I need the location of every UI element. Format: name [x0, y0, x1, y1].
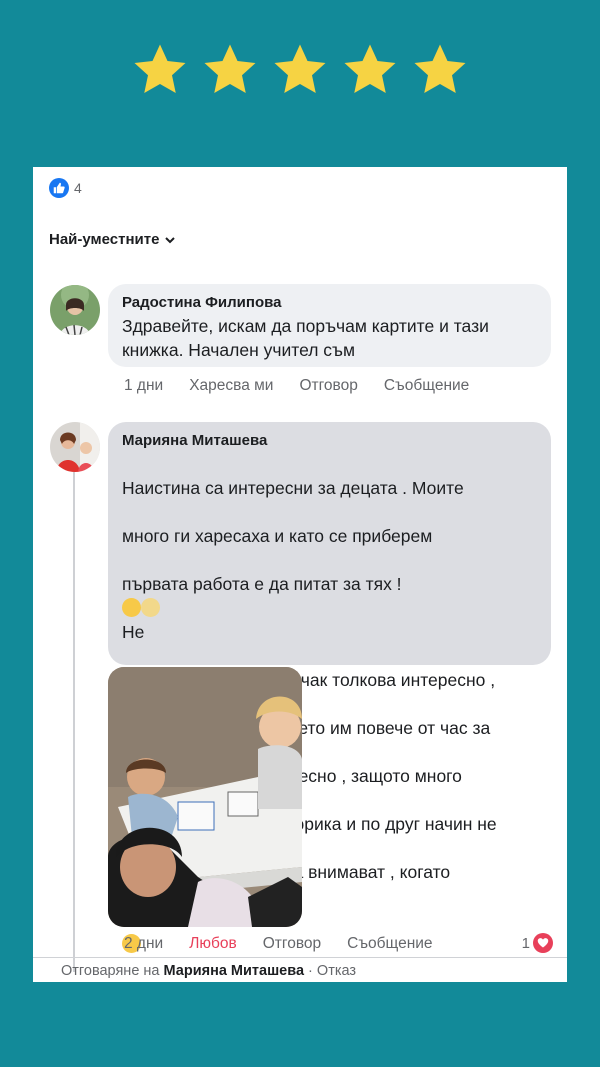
comment-time[interactable]: 1 дни	[124, 377, 163, 395]
thread-line	[73, 467, 75, 972]
reaction-summary[interactable]: 4	[49, 177, 82, 199]
comment-reactions[interactable]: 1	[522, 933, 553, 953]
separator: ·	[308, 963, 313, 979]
grinning-sweat-emoji-icon	[122, 598, 141, 617]
comment-author[interactable]: Радостина Филипова	[122, 292, 537, 314]
sort-dropdown[interactable]: Най-уместните	[49, 231, 176, 248]
star-icon	[204, 44, 256, 93]
reaction-count: 1	[521, 934, 530, 952]
sort-label: Най-уместните	[49, 231, 160, 248]
reply-button[interactable]: Отговор	[263, 935, 321, 953]
comment-actions: 2 дни Любов Отговор Съобщение	[124, 935, 459, 953]
comment-line: Наистина са интересни за децата . Моите	[122, 478, 464, 498]
comment-bubble: Марияна Миташева Наистина са интересни з…	[108, 422, 551, 953]
star-icon	[274, 44, 326, 93]
love-reaction-button[interactable]: Любов	[189, 935, 237, 953]
rating-stars	[0, 40, 600, 100]
star-icon	[344, 44, 396, 93]
reply-prefix: Отговаряне на	[61, 963, 160, 979]
star-icon	[134, 44, 186, 93]
comment-actions: 1 дни Харесва ми Отговор Съобщение	[124, 377, 495, 395]
astonished-emoji-icon	[141, 598, 160, 617]
like-count: 4	[74, 180, 82, 196]
comment-line: Не	[122, 622, 145, 642]
avatar[interactable]	[50, 285, 100, 335]
avatar[interactable]	[50, 422, 100, 472]
comment-text: Здравейте, искам да поръчам картите и та…	[122, 316, 489, 360]
chevron-down-icon	[165, 236, 176, 243]
reply-target-name: Марияна Миташева	[163, 963, 305, 979]
message-button[interactable]: Съобщение	[384, 377, 469, 395]
heart-icon	[533, 933, 553, 953]
reply-button[interactable]: Отговор	[299, 377, 357, 395]
comments-card: 4 Най-уместните Радостина Филипова Здрав…	[33, 167, 567, 982]
cancel-reply-button[interactable]: Отказ	[317, 963, 356, 979]
like-button[interactable]: Харесва ми	[189, 377, 273, 395]
comment-bubble: Радостина Филипова Здравейте, искам да п…	[108, 284, 551, 367]
comment-photo[interactable]	[108, 667, 302, 927]
comment-line: първата работа е да питат за тях !	[122, 574, 402, 594]
comment-author[interactable]: Марияна Миташева	[122, 430, 537, 452]
comment-time[interactable]: 2 дни	[124, 935, 163, 953]
reply-indicator: Отговаряне на Марияна Миташева · Отказ	[33, 957, 567, 982]
comment-line: много ги харесаха и като се приберем	[122, 526, 433, 546]
star-icon	[414, 44, 466, 93]
like-icon	[49, 178, 69, 198]
message-button[interactable]: Съобщение	[347, 935, 432, 953]
